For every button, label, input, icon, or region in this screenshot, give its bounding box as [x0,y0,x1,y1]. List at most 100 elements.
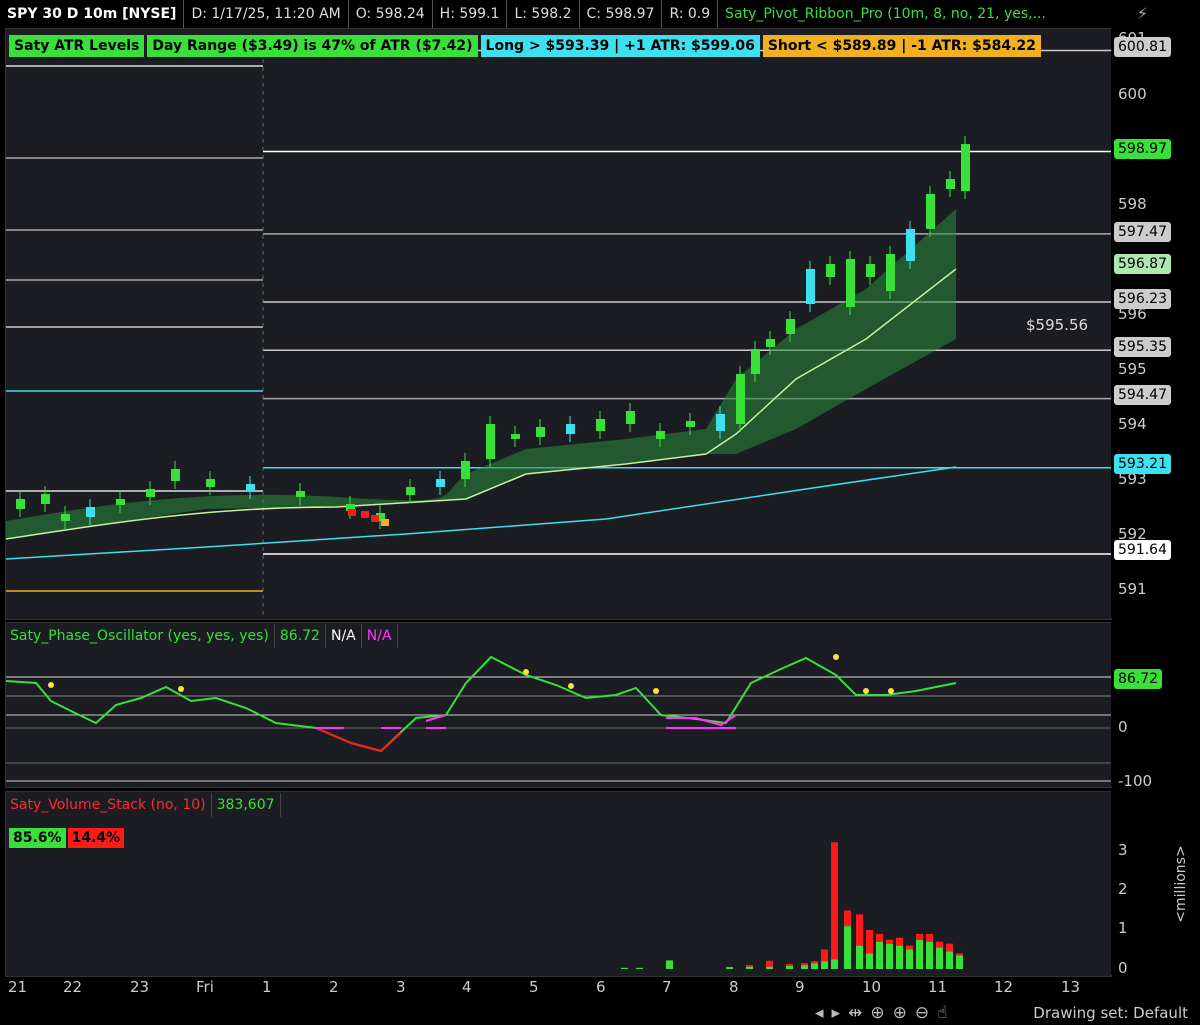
candle-body [61,514,70,521]
volume-bar-buy [926,941,933,969]
oscillator-dot [523,669,529,675]
short-chip: Short < $589.89 | -1 ATR: $584.22 [762,35,1041,57]
volume-bar-buy [801,965,808,969]
range-label: R: 0.9 [662,0,719,28]
time-tick: 11 [928,978,948,996]
price-pane[interactable] [5,28,1112,620]
chart-toolbar: ◂ ▸ ⇹ ⊕ ⊕ ⊖ ☝ [815,1003,947,1023]
time-tick: 13 [1061,978,1081,996]
oscillator-value: 86.72 [275,624,326,648]
time-tick: 8 [729,978,739,996]
candle-body [906,229,915,261]
date-label: D: 1/17/25, 11:20 AM [184,0,349,28]
volume-title[interactable]: Saty_Volume_Stack (no, 10) [5,793,212,817]
price-tag: 596.23 [1114,289,1171,309]
price-tag: 597.47 [1114,222,1171,242]
volume-tick: 3 [1118,841,1128,859]
candle-body [566,424,575,434]
atr-title-chip: Saty ATR Levels [9,35,145,57]
volume-bar-buy [956,955,963,969]
volume-bar-buy [876,941,883,969]
volume-bar-sell [811,961,818,964]
volume-bar-sell [856,914,863,946]
oscillator-dot [178,686,184,692]
day-range-chip: Day Range ($3.49) is 47% of ATR ($7.42) [147,35,478,57]
volume-pane[interactable] [5,791,1112,977]
volume-bar-sell [866,930,873,954]
price-tag: 594.47 [1114,385,1171,405]
time-axis[interactable]: 21 22 23 Fri 1 2 3 4 5 6 7 8 9 10 11 12 … [0,975,1110,1000]
volume-bar-buy [636,967,643,969]
volume-bar-sell [916,933,923,940]
time-tick: 9 [795,978,805,996]
zoom-out-icon[interactable]: ⊖ [915,1003,929,1023]
volume-bar-sell [926,933,933,942]
price-tick: 598 [1118,195,1147,213]
hand-pan-icon[interactable]: ☝ [937,1003,947,1023]
pan-arrows-icon[interactable]: ⇹ [848,1003,862,1023]
volume-bar-sell [936,941,943,948]
candle-body [246,484,255,491]
volume-bar-buy [746,966,753,969]
price-tick: 591 [1118,580,1147,598]
price-tick: 595 [1118,360,1147,378]
price-tag: 595.35 [1114,337,1171,357]
volume-axis[interactable]: 3 2 1 0 <millions> [1111,791,1200,977]
oscillator-axis[interactable]: 86.72 0 -100 [1111,622,1200,790]
scroll-left-icon[interactable]: ◂ [815,1003,824,1023]
close-label: C: 598.97 [580,0,663,28]
oscillator-negative [315,727,402,753]
candle-body [41,494,50,504]
candle-body [961,144,970,191]
zoom-in-icon[interactable]: ⊕ [893,1003,907,1023]
time-tick: 22 [63,978,83,996]
crosshair-icon[interactable]: ⊕ [870,1003,884,1023]
scroll-right-icon[interactable]: ▸ [832,1003,841,1023]
sell-pct-chip: 14.4% [67,828,125,848]
study-label[interactable]: Saty_Pivot_Ribbon_Pro (10m, 8, no, 21, y… [718,0,1053,28]
volume-bar-sell [786,963,793,966]
oscillator-dot [888,688,894,694]
volume-bar-buy [946,951,953,969]
price-tag: 596.87 [1114,254,1171,274]
volume-bar-buy [844,926,851,969]
price-annotation: $595.56 [1026,316,1089,334]
volume-bar-buy [726,967,733,969]
drawing-set-label[interactable]: Drawing set: Default [1033,1004,1188,1022]
style-settings-icon[interactable]: ⚡ [1137,4,1148,23]
price-tag: 600.81 [1114,37,1171,57]
price-tick: 600 [1118,85,1147,103]
price-chart [6,49,1111,619]
oscillator-dot [568,683,574,689]
price-axis[interactable]: 601 600 598 596 595 594 593 592 591 600.… [1111,28,1200,618]
volume-bar-buy [886,943,893,969]
volume-bar-buy [821,961,828,969]
candle-body [206,479,215,487]
price-tag: 593.21 [1114,454,1171,474]
oscillator-tag: 86.72 [1114,669,1163,689]
candle-body [461,461,470,479]
last-price-tag: 598.97 [1114,139,1171,159]
oscillator-dot [863,688,869,694]
symbol-label[interactable]: SPY 30 D 10m [NYSE] [0,0,185,28]
candle-body-bearish [371,515,379,522]
volume-bar-sell [821,949,828,962]
low-label: L: 598.2 [507,0,580,28]
time-tick: 6 [596,978,606,996]
volume-bar-buy [766,966,773,969]
volume-bar-buy [916,939,923,969]
time-tick: 10 [862,978,882,996]
candle-body [86,507,95,517]
candle-body-bearish [348,509,356,516]
oscillator-title[interactable]: Saty_Phase_Oscillator (yes, yes, yes) [5,624,275,648]
price-tag: 591.64 [1114,540,1171,560]
volume-tick: 1 [1118,919,1128,937]
volume-bar-sell [946,943,953,952]
time-tick: 4 [462,978,472,996]
volume-unit-box: <millions> [1166,841,1196,941]
candle-body [511,434,520,439]
time-tick: 3 [396,978,406,996]
volume-bar-sell [766,960,773,967]
volume-bar-sell [886,939,893,944]
chart-header: SPY 30 D 10m [NYSE] D: 1/17/25, 11:20 AM… [0,0,1110,28]
